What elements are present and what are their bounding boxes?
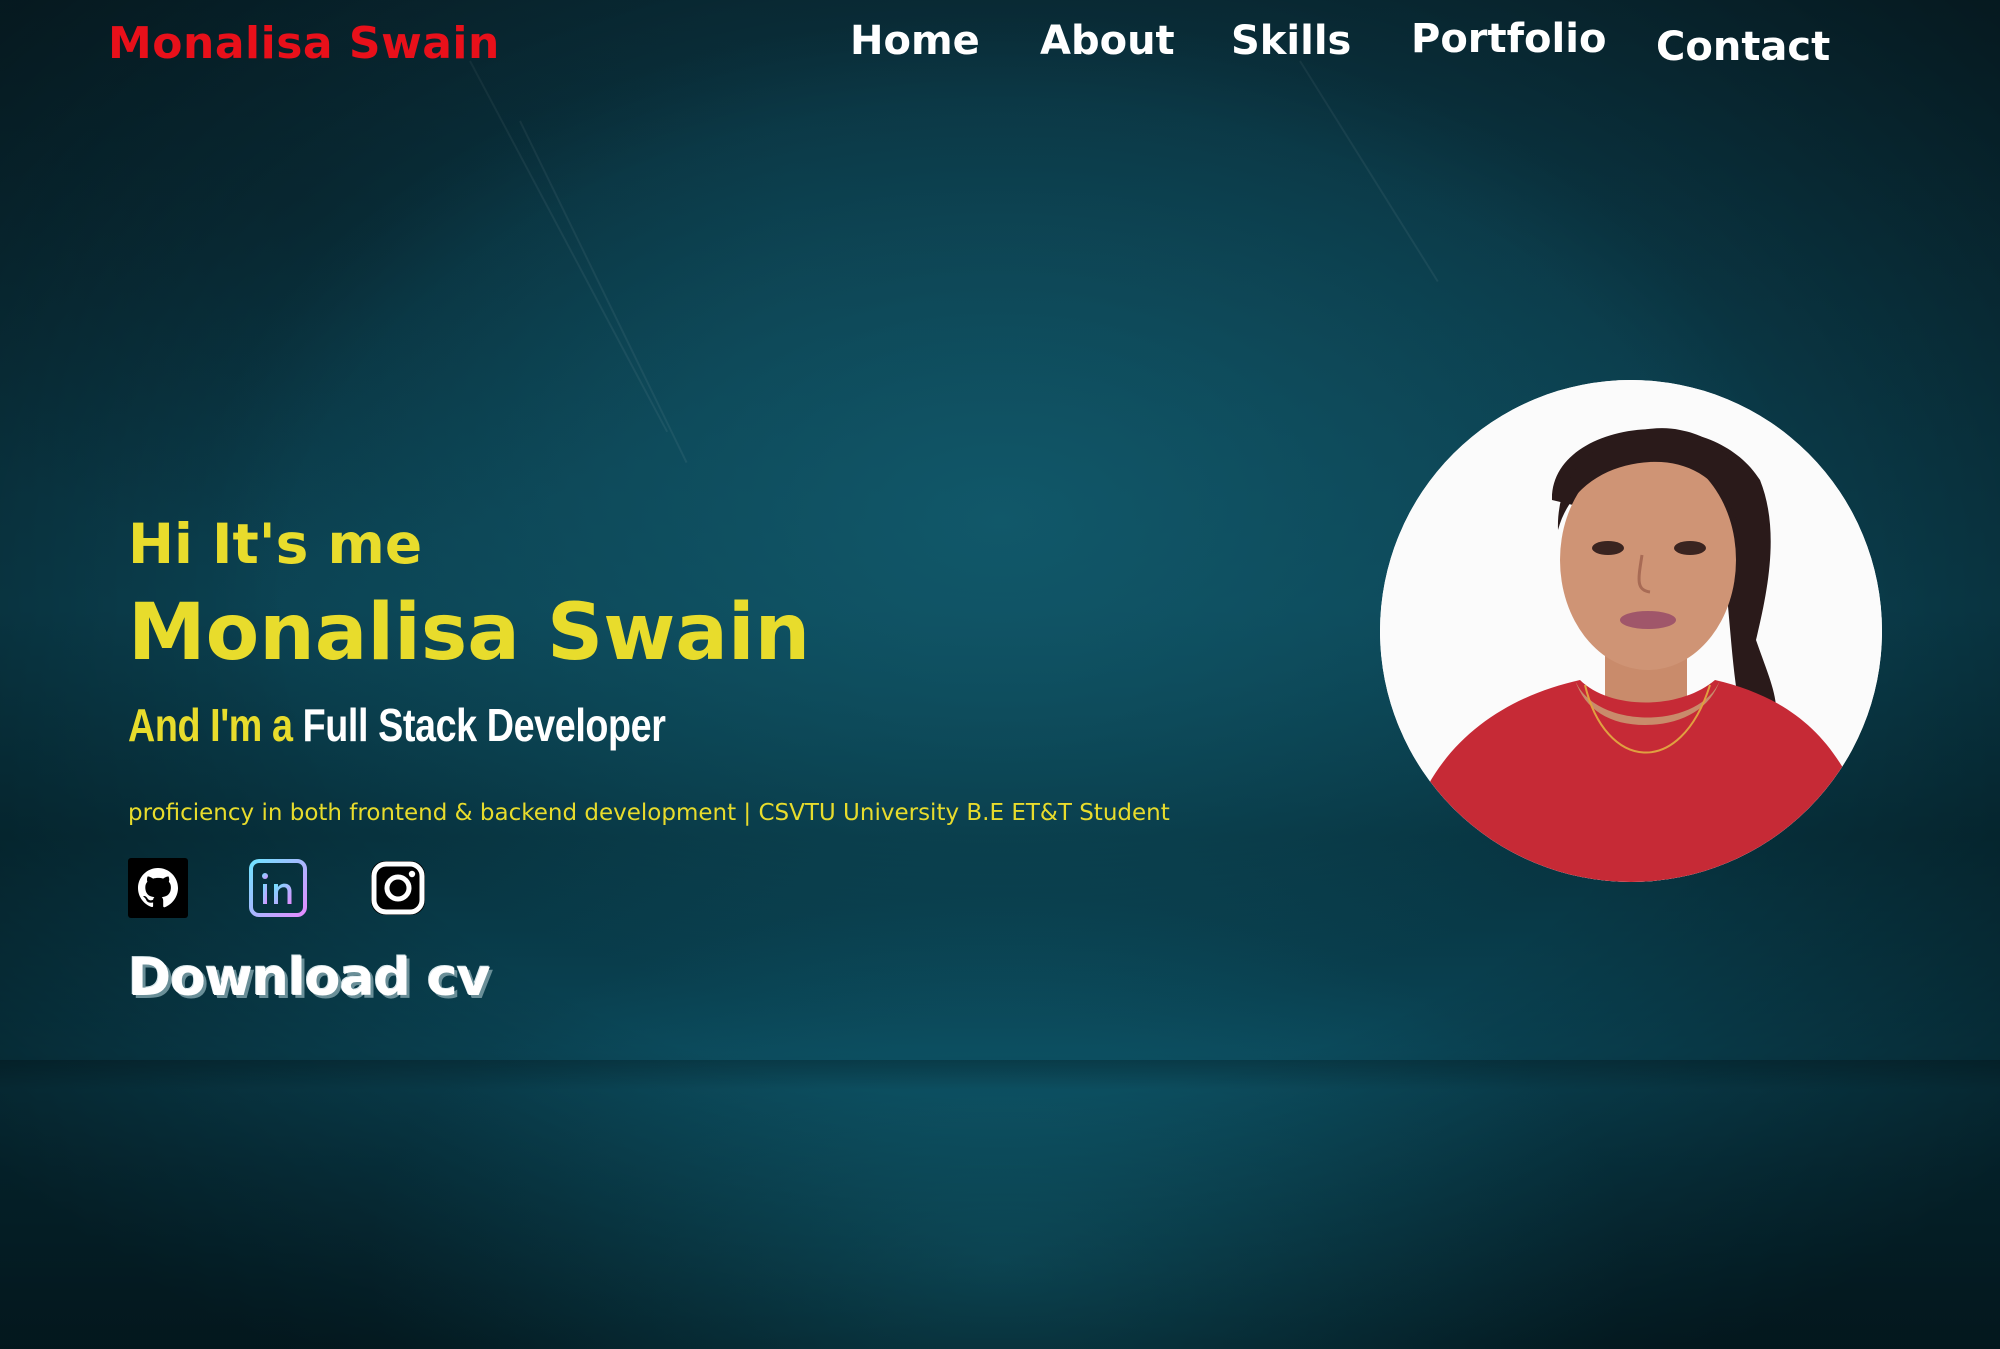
nav-portfolio[interactable]: Portfolio — [1411, 16, 1606, 62]
github-link[interactable] — [128, 858, 188, 918]
github-icon — [128, 858, 188, 918]
main-nav: Home About Skills Portfolio Contact — [0, 16, 2000, 78]
profile-photo-illustration — [1380, 380, 1882, 882]
nav-contact[interactable]: Contact — [1656, 24, 1830, 70]
nav-skills[interactable]: Skills — [1231, 18, 1351, 64]
hero-greeting: Hi It's me — [128, 512, 423, 576]
linkedin-link[interactable] — [248, 858, 308, 918]
role-title: Full Stack Developer — [302, 699, 666, 751]
nav-about[interactable]: About — [1040, 18, 1175, 64]
instagram-link[interactable] — [368, 858, 428, 918]
linkedin-icon — [249, 859, 307, 917]
instagram-icon — [371, 861, 425, 915]
hero-name: Monalisa Swain — [128, 588, 811, 678]
hero-role: And I'm a Full Stack Developer — [128, 698, 666, 752]
download-cv-button[interactable]: Download cv — [128, 948, 491, 1008]
nav-home[interactable]: Home — [850, 18, 980, 64]
role-prefix: And I'm a — [128, 699, 293, 751]
hero-tagline: proficiency in both frontend & backend d… — [128, 800, 1170, 826]
profile-photo — [1380, 380, 1882, 882]
